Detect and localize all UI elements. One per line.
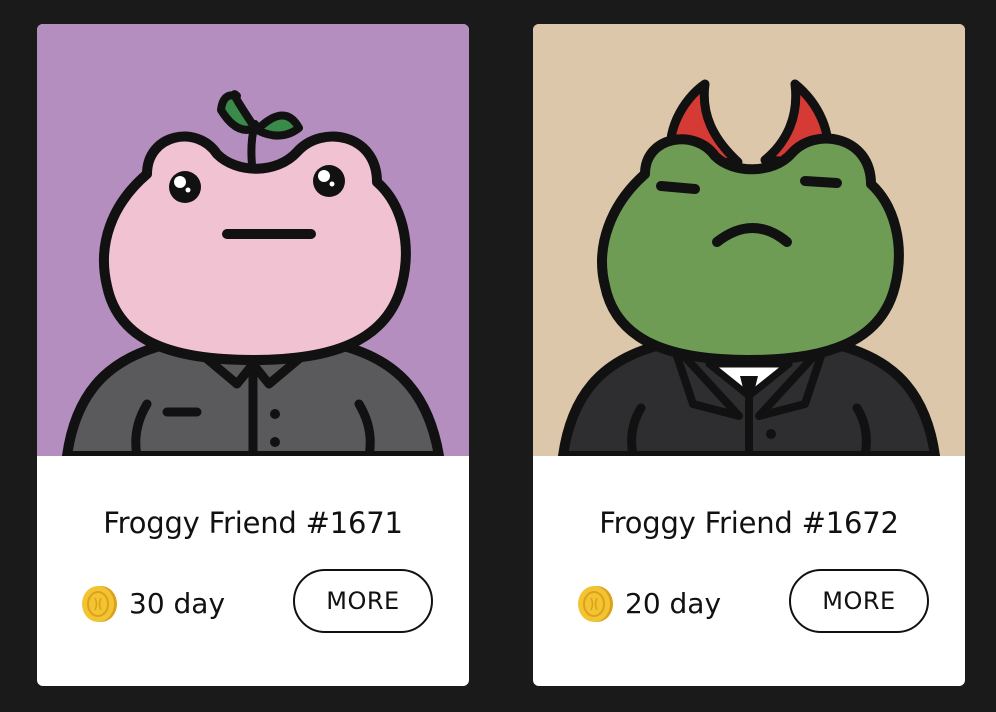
nft-card-grid: Froggy Friend #1671 30 day MORE Froggy F… xyxy=(0,0,996,712)
gold-coin-icon xyxy=(578,586,613,622)
nft-title: Froggy Friend #1671 xyxy=(103,506,403,540)
nft-card[interactable]: Froggy Friend #1671 30 day MORE xyxy=(37,24,469,686)
more-button[interactable]: MORE xyxy=(789,569,929,633)
nft-artwork-frog-1671 xyxy=(37,24,469,456)
nft-title: Froggy Friend #1672 xyxy=(599,506,899,540)
more-button[interactable]: MORE xyxy=(293,569,433,633)
nft-card[interactable]: Froggy Friend #1672 20 day MORE xyxy=(533,24,965,686)
stake-duration: 20 day xyxy=(625,587,722,620)
nft-artwork-frog-1672 xyxy=(533,24,965,456)
stake-duration: 30 day xyxy=(129,587,226,620)
gold-coin-icon xyxy=(82,586,117,622)
